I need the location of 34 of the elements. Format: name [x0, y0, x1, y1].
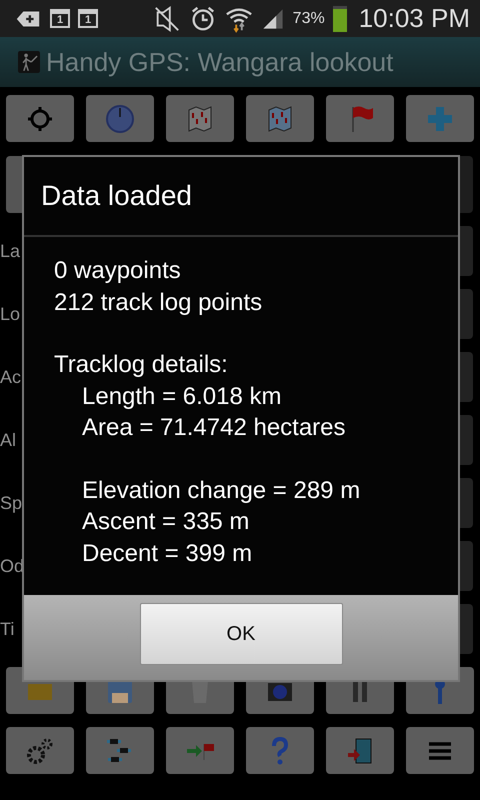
field-label: Sp	[0, 492, 22, 514]
dialog-text: 0 waypoints	[54, 256, 181, 286]
toolbar-button[interactable]	[246, 95, 314, 142]
battery-percent: 73%	[292, 10, 325, 28]
field-label: Ac	[0, 366, 22, 388]
field-label: La	[0, 240, 20, 262]
calendar-icon: 1	[78, 9, 98, 28]
compass-icon	[105, 104, 135, 134]
battery-icon	[332, 6, 347, 32]
window-title: Handy GPS: Wangara lookout	[46, 46, 394, 78]
hiker-icon	[18, 51, 40, 73]
dialog-text: Elevation change = 289 m	[81, 476, 360, 506]
field-label: Al	[0, 430, 16, 450]
dialog-text: Length = 6.018 km	[81, 382, 282, 412]
toolbar-button[interactable]	[6, 95, 74, 142]
dialog-text: Decent = 399 m	[81, 538, 252, 568]
toolbar-button[interactable]	[6, 727, 74, 774]
clock: 10:03 PM	[358, 3, 470, 34]
toolbar-button[interactable]	[86, 727, 154, 774]
dialog-text: Ascent = 335 m	[81, 507, 250, 537]
mute-icon	[152, 4, 181, 32]
dialog-text: Area = 71.4742 hectares	[81, 413, 346, 443]
signal-icon	[260, 6, 285, 30]
ok-button[interactable]: OK	[140, 603, 342, 665]
dialog-text: 212 track log points	[54, 288, 262, 318]
dialog-heading: Tracklog details:	[54, 350, 228, 380]
field-label: Ti	[0, 618, 14, 640]
field-label: Lo	[0, 304, 20, 324]
dialog-title: Data loaded	[41, 180, 192, 212]
gears-icon	[25, 736, 55, 766]
toolbar-button[interactable]	[406, 727, 474, 774]
toolbar-button[interactable]	[166, 95, 234, 142]
calendar-icon: 1	[50, 9, 70, 28]
toolbar-button[interactable]	[326, 727, 394, 774]
